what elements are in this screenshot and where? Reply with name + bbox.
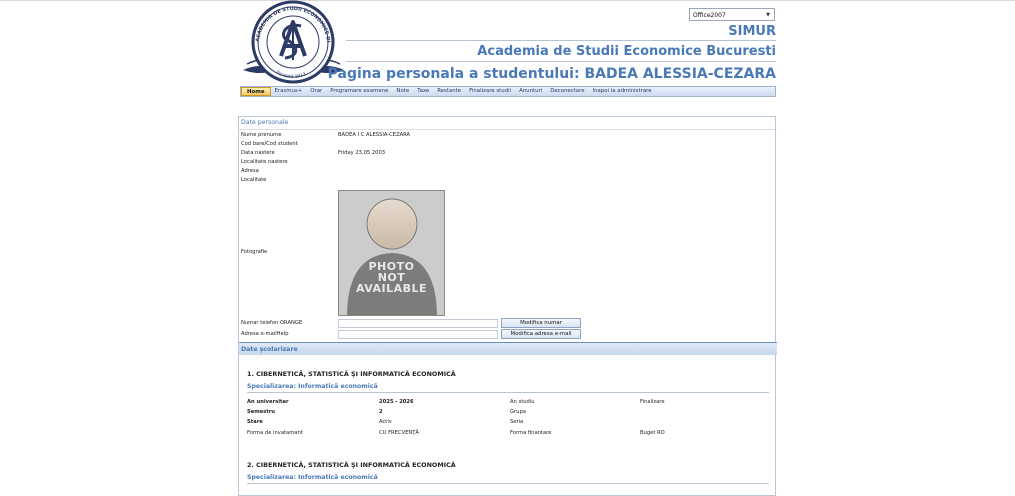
institution-name: Academia de Studii Economice Bucuresti (477, 44, 776, 59)
nav-taxe[interactable]: Taxe (413, 87, 433, 96)
label-name: Nume prenume (241, 132, 282, 138)
nav-programare-examene[interactable]: Programare examene (326, 87, 392, 96)
nav-deconectare[interactable]: Deconectare (546, 87, 588, 96)
nav-home[interactable]: Home (241, 87, 271, 96)
schooling-header: Date şcolarizare (239, 342, 777, 355)
value-semester: 2 (379, 409, 383, 415)
photo-text-line: AVAILABLE (355, 282, 428, 295)
page-title: Pagina personala a studentului: BADEA AL… (327, 66, 776, 82)
faculty-title: 1. CIBERNETICĂ, STATISTICĂ ŞI INFORMATIC… (247, 370, 456, 378)
nav-restante[interactable]: Restante (433, 87, 465, 96)
label-academic-year: An universitar (247, 399, 289, 405)
label-address: Adresa (241, 168, 259, 174)
specialization-divider (247, 483, 769, 484)
faculty-title: 2. CIBERNETICĂ, STATISTICĂ ŞI INFORMATIC… (247, 461, 456, 469)
label-email: Adresa e-mailHelp (241, 331, 289, 337)
value-status: Activ (379, 419, 392, 425)
specialization-title: Specializarea: Informatică economică (247, 474, 378, 481)
section-divider (239, 129, 775, 130)
header-divider (346, 61, 776, 62)
label-photo: Fotografie (241, 249, 268, 255)
label-completion: Finalizare (640, 399, 665, 405)
main-navigation: Home Erasmus+ Orar Programare examene No… (240, 86, 776, 97)
chevron-down-icon: ▼ (766, 12, 770, 18)
specialization-title: Specializarea: Informatică economică (247, 383, 378, 390)
section-title: Date personale (241, 119, 289, 126)
value-financing: Buget RO (640, 430, 665, 436)
app-name: SIMUR (728, 24, 776, 39)
label-semester: Semestru (247, 409, 275, 415)
email-input[interactable] (338, 330, 498, 339)
value-birth-date: Friday 23.05.2003 (338, 150, 386, 156)
label-birth-date: Data nastere (241, 150, 275, 156)
nav-inapoi-administrare[interactable]: Inapoi la administrare (589, 87, 656, 96)
value-study-form: CU FRECVENŢĂ (379, 430, 419, 436)
personal-data-section: Date personale Nume prenume BADEA I C AL… (238, 116, 777, 496)
nav-orar[interactable]: Orar (306, 87, 326, 96)
modify-email-button[interactable]: Modifica adresa e-mail (501, 329, 581, 339)
label-financing: Forma finantare (510, 430, 552, 436)
label-locality: Localitate (241, 177, 267, 183)
label-phone: Numar telefon ORANGE (241, 320, 303, 326)
label-status: Stare (247, 419, 263, 425)
nav-finalizare-studii[interactable]: Finalizare studii (465, 87, 515, 96)
nav-anunturi[interactable]: Anunturi (515, 87, 546, 96)
modify-phone-button[interactable]: Modifica numar (501, 318, 581, 328)
avatar-placeholder-icon (347, 198, 437, 315)
value-academic-year: 2025 - 2026 (379, 399, 414, 405)
value-name: BADEA I C ALESSIA-CEZARA (338, 132, 411, 138)
phone-input[interactable] (338, 319, 498, 328)
nav-note[interactable]: Note (392, 87, 413, 96)
theme-select-value: Office2007 (693, 12, 726, 19)
theme-select[interactable]: Office2007 ▼ (689, 8, 775, 21)
label-barcode: Cod bare/Cod student (241, 141, 298, 147)
label-series: Seria (510, 419, 524, 425)
header-divider (346, 40, 776, 41)
label-birth-place: Localitate nastere (241, 159, 288, 165)
section-title: Date şcolarizare (241, 346, 298, 353)
student-photo: PHOTO NOT AVAILABLE (338, 190, 445, 316)
label-study-form: Forma de invatamant (247, 430, 303, 436)
label-study-year: An studiu (510, 399, 535, 405)
specialization-divider (247, 392, 769, 393)
label-group: Grupa (510, 409, 526, 415)
page-container: ACADEMIA DE STUDII ECONOMICE DIN BUCURES… (238, 0, 778, 496)
nav-erasmus[interactable]: Erasmus+ (271, 87, 307, 96)
